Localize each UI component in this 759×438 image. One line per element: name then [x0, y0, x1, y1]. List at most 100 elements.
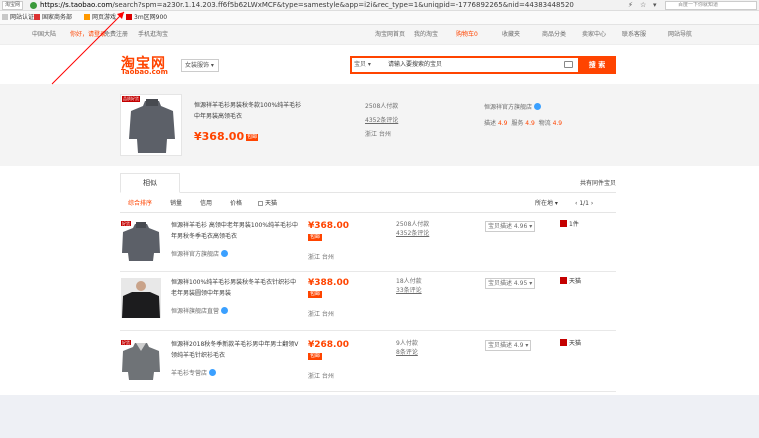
result-row[interactable]: 好货 恒源祥2018秋冬季新款羊毛衫男中年男士翻领V领纯羊毛针织衫毛衣 羊毛衫专… — [120, 336, 616, 392]
sort-credit[interactable]: 信用 — [200, 195, 212, 213]
result-title[interactable]: 恒源祥羊毛衫 高领中老年男装100%纯羊毛衫中年男秋冬季毛衣高领毛衣 — [171, 220, 299, 242]
search-button[interactable]: 搜 索 — [578, 56, 616, 74]
result-tag: 好货 — [121, 221, 131, 226]
bookmark-item[interactable]: 网站认证 — [2, 11, 34, 25]
search-box[interactable]: 宝贝 ▾ 请输入要搜索的宝贝 — [350, 56, 580, 74]
chevron-down-icon[interactable]: ▾ — [653, 1, 657, 10]
nav-seller-center[interactable]: 卖家中心 — [582, 25, 606, 45]
sales-count: 2508人付款 — [365, 103, 399, 110]
result-sales-count: 2508人付款 — [396, 221, 430, 228]
result-tmall: 天猫 — [560, 339, 581, 348]
shop-name[interactable]: 恒源祥官方旗舰店 — [484, 104, 532, 111]
nav-site-map[interactable]: 网站导航 — [668, 25, 692, 45]
nav-my-taobao[interactable]: 我的淘宝 — [414, 25, 438, 45]
wangwang-icon[interactable] — [533, 103, 541, 110]
secure-lock-icon — [30, 2, 37, 9]
same-item-link[interactable]: 共有同件宝贝 — [580, 178, 616, 187]
tmall-label: 1件 — [569, 221, 579, 228]
result-sales: 9人付款 8条评论 — [396, 339, 418, 357]
tmall-checkbox[interactable] — [258, 201, 263, 206]
site-identity-button[interactable]: 淘宝网 — [2, 1, 24, 10]
taobao-logo-en: Taobao.com — [121, 68, 168, 76]
result-thumbnail[interactable]: 好货 — [121, 340, 161, 380]
star-icon[interactable]: ☆ — [640, 1, 646, 10]
browser-search-box[interactable]: 百度一下你就知道 — [665, 1, 757, 10]
region-selector[interactable]: 中国大陆 — [32, 25, 56, 45]
search-input[interactable]: 请输入要搜索的宝贝 — [388, 59, 442, 71]
tmall-filter[interactable]: 天猫 — [258, 195, 277, 213]
search-type-select[interactable]: 宝贝 ▾ — [354, 59, 371, 71]
rating-label: 描述 — [484, 120, 497, 127]
price-value: ¥368.00 — [194, 130, 245, 143]
result-thumbnail[interactable] — [121, 278, 161, 318]
nav-cart[interactable]: 购物车0 — [456, 25, 478, 45]
rating-label: 物流 — [538, 120, 551, 127]
result-sales-count: 9人付款 — [396, 340, 418, 347]
sort-price[interactable]: 价格 — [230, 195, 242, 213]
product-location: 浙江 台州 — [365, 131, 391, 138]
bookmark-icon — [126, 14, 132, 20]
wangwang-icon[interactable] — [220, 307, 228, 314]
nav-customer-service[interactable]: 联系客服 — [622, 25, 646, 45]
result-row[interactable]: 好货 恒源祥羊毛衫 高领中老年男装100%纯羊毛衫中年男秋冬季毛衣高领毛衣 恒源… — [120, 217, 616, 272]
result-badge: 包邮 — [308, 353, 323, 360]
bookmark-label: 3m区网900 — [134, 14, 168, 21]
tmall-label: 天猫 — [569, 340, 582, 347]
result-thumbnail[interactable]: 好货 — [121, 221, 161, 261]
pager-value: 1/1 — [579, 200, 589, 207]
compare-dropdown[interactable]: 宝贝描述 4.9 ▾ — [485, 340, 532, 351]
bookmark-item[interactable]: 3m区网900 — [126, 11, 167, 25]
page-footer-area — [0, 395, 759, 438]
bookmark-label: 网页游戏 — [92, 14, 117, 21]
result-location: 浙江 台州 — [308, 311, 334, 318]
url-field[interactable]: https://s.taobao.com/search?spm=a230r.1.… — [40, 0, 595, 11]
result-shop[interactable]: 羊毛衫专营店 — [171, 368, 216, 377]
result-shop[interactable]: 恒源祥旗舰店直营 — [171, 306, 228, 315]
result-badge: 包邮 — [308, 234, 323, 241]
camera-icon[interactable] — [564, 61, 573, 68]
search-type-label: 宝贝 — [354, 61, 367, 68]
result-title[interactable]: 恒源祥100%纯羊毛衫男装秋冬羊毛衣针织衫中老年男装圆领中年男装 — [171, 277, 299, 299]
login-link[interactable]: 你好，请登录 — [70, 25, 106, 45]
bookmark-label: 国家商务部 — [42, 14, 73, 21]
register-link[interactable]: 免费注册 — [104, 25, 128, 45]
result-tag: 好货 — [121, 340, 131, 345]
category-dropdown[interactable]: 女装服饰 ▾ — [181, 59, 219, 72]
tmall-icon — [560, 339, 567, 346]
nav-favorites[interactable]: 收藏夹 — [502, 25, 520, 45]
result-row[interactable]: 恒源祥100%纯羊毛衫男装秋冬羊毛衣针织衫中老年男装圆领中年男装 恒源祥旗舰店直… — [120, 274, 616, 331]
mobile-link[interactable]: 手机逛淘宝 — [138, 25, 168, 45]
product-title[interactable]: 恒源祥羊毛衫男装秋冬款100%纯羊毛衫中年男装高领毛衣 — [194, 100, 306, 122]
result-price: ¥268.00 — [308, 340, 349, 350]
bookmark-item[interactable]: 网页游戏 — [84, 11, 116, 25]
result-price: ¥388.00 — [308, 278, 349, 288]
bookmark-item[interactable]: 国家商务部 — [34, 11, 72, 25]
result-shop[interactable]: 恒源祥官方旗舰店 — [171, 249, 228, 258]
result-tabs: 相似 共有同件宝贝 — [120, 173, 616, 193]
compare-dropdown[interactable]: 宝贝描述 4.95 ▾ — [485, 278, 536, 289]
wangwang-icon[interactable] — [208, 369, 216, 376]
browser-address-bar: 淘宝网 https://s.taobao.com/search?spm=a230… — [0, 0, 759, 11]
bookmark-icon — [2, 14, 8, 20]
tab-similar[interactable]: 相似 — [120, 173, 180, 193]
comment-count[interactable]: 4352条评论 — [365, 114, 398, 128]
rating-label: 服务 — [511, 120, 524, 127]
location-filter-label: 所在地 — [535, 200, 554, 207]
price-badge: 包邮 — [246, 134, 259, 141]
result-comments[interactable]: 4352条评论 — [396, 229, 429, 238]
location-filter[interactable]: 所在地 ▾ — [535, 195, 558, 213]
compare-dropdown[interactable]: 宝贝描述 4.96 ▾ — [485, 221, 536, 232]
result-sales: 2508人付款 4352条评论 — [396, 220, 429, 238]
result-title[interactable]: 恒源祥2018秋冬季新款羊毛衫男中年男士翻领V领纯羊毛针织衫毛衣 — [171, 339, 299, 361]
nav-home[interactable]: 淘宝网首页 — [375, 25, 405, 45]
bookmarks-bar: 网站认证 国家商务部 网页游戏 3m区网900 — [0, 11, 759, 25]
lightning-icon[interactable]: ⚡ — [628, 1, 633, 10]
nav-categories[interactable]: 商品分类 — [542, 25, 566, 45]
rating-value: 4.9 — [525, 120, 535, 127]
wangwang-icon[interactable] — [220, 250, 228, 257]
product-image[interactable]: 品质好货 — [120, 94, 182, 156]
result-comments[interactable]: 8条评论 — [396, 348, 418, 357]
result-comments[interactable]: 33条评论 — [396, 286, 422, 295]
sort-default[interactable]: 综合排序 — [128, 195, 152, 213]
sort-sales[interactable]: 销量 — [170, 195, 182, 213]
